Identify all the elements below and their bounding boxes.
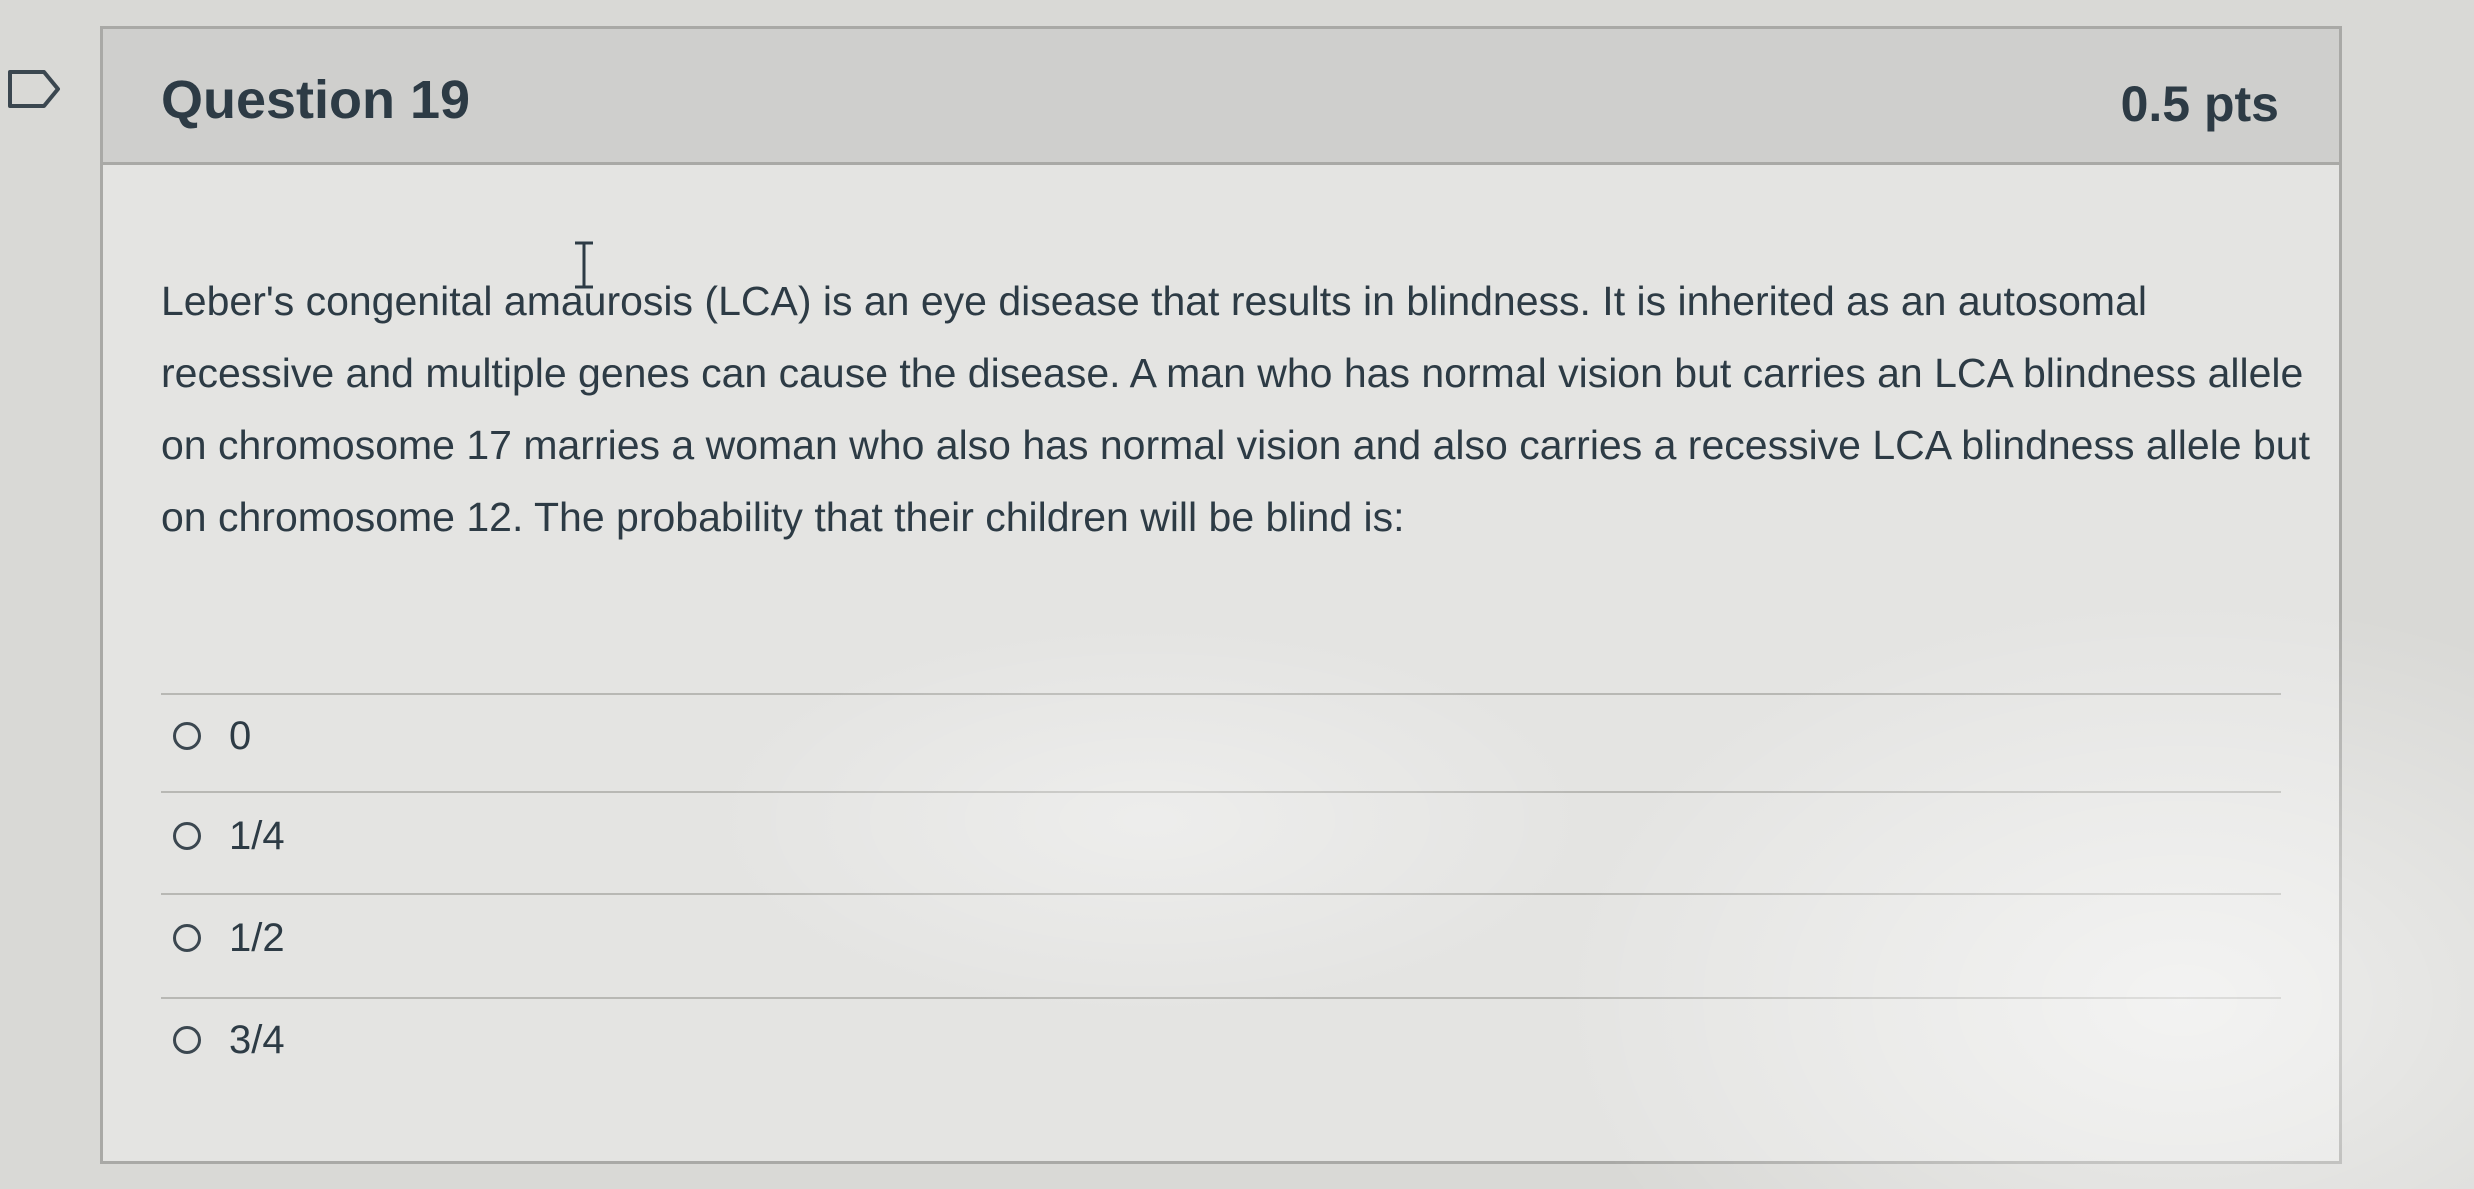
radio-button[interactable] — [173, 1026, 201, 1054]
radio-button[interactable] — [173, 924, 201, 952]
question-header: Question 19 0.5 pts — [103, 29, 2339, 165]
question-title: Question 19 — [161, 70, 471, 130]
answer-option-3[interactable]: 3/4 — [173, 1005, 285, 1075]
text-cursor-icon — [575, 241, 593, 289]
radio-button[interactable] — [173, 822, 201, 850]
quiz-page: Question 19 0.5 pts Leber's congenital a… — [0, 0, 2474, 1189]
answer-divider — [161, 893, 2281, 895]
answer-divider — [161, 693, 2281, 695]
answer-option-1[interactable]: 1/4 — [173, 801, 285, 871]
answer-label: 0 — [229, 713, 252, 758]
answer-divider — [161, 791, 2281, 793]
question-points: 0.5 pts — [2120, 76, 2279, 132]
answer-label: 3/4 — [229, 1017, 285, 1062]
question-card: Question 19 0.5 pts Leber's congenital a… — [100, 26, 2342, 1164]
radio-button[interactable] — [173, 722, 201, 750]
flag-question-icon[interactable] — [6, 68, 62, 110]
answer-divider — [161, 997, 2281, 999]
answer-option-0[interactable]: 0 — [173, 701, 251, 771]
question-text: Leber's congenital amaurosis (LCA) is an… — [161, 278, 2310, 540]
answer-label: 1/4 — [229, 813, 285, 858]
answer-label: 1/2 — [229, 915, 285, 960]
answer-option-2[interactable]: 1/2 — [173, 903, 285, 973]
